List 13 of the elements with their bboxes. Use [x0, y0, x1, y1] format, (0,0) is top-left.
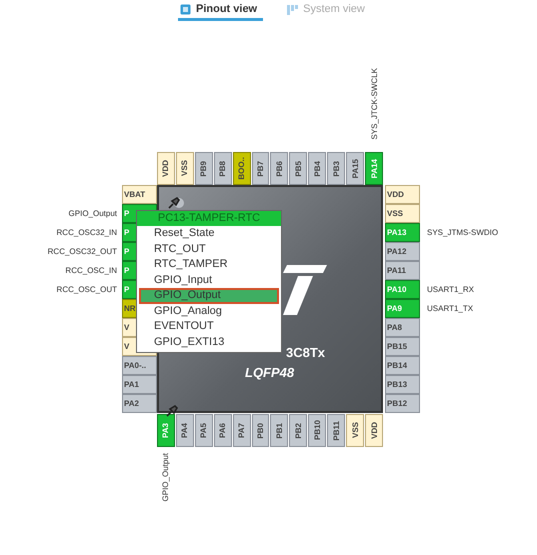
- signal-label: USART1_RX: [427, 285, 474, 294]
- menu-title: PC13-TAMPER-RTC: [137, 211, 281, 226]
- package-name: LQFP48: [245, 365, 294, 380]
- signal-label: GPIO_Output: [68, 209, 117, 218]
- signal-label: RCC_OSC_OUT: [56, 285, 117, 294]
- signal-label: RCC_OSC_IN: [64, 266, 117, 275]
- signal-label: USART1_TX: [427, 304, 474, 313]
- part-number: 3C8Tx: [286, 345, 326, 360]
- signal-label: GPIO_Output: [161, 453, 170, 502]
- signal-label: RCC_OSC32_IN: [56, 228, 117, 237]
- signal-label: SYS_JTCK-SWCLK: [370, 68, 379, 140]
- signal-label: RCC_OSC32_OUT: [46, 247, 117, 256]
- signal-label: SYS_JTMS-SWDIO: [427, 228, 498, 237]
